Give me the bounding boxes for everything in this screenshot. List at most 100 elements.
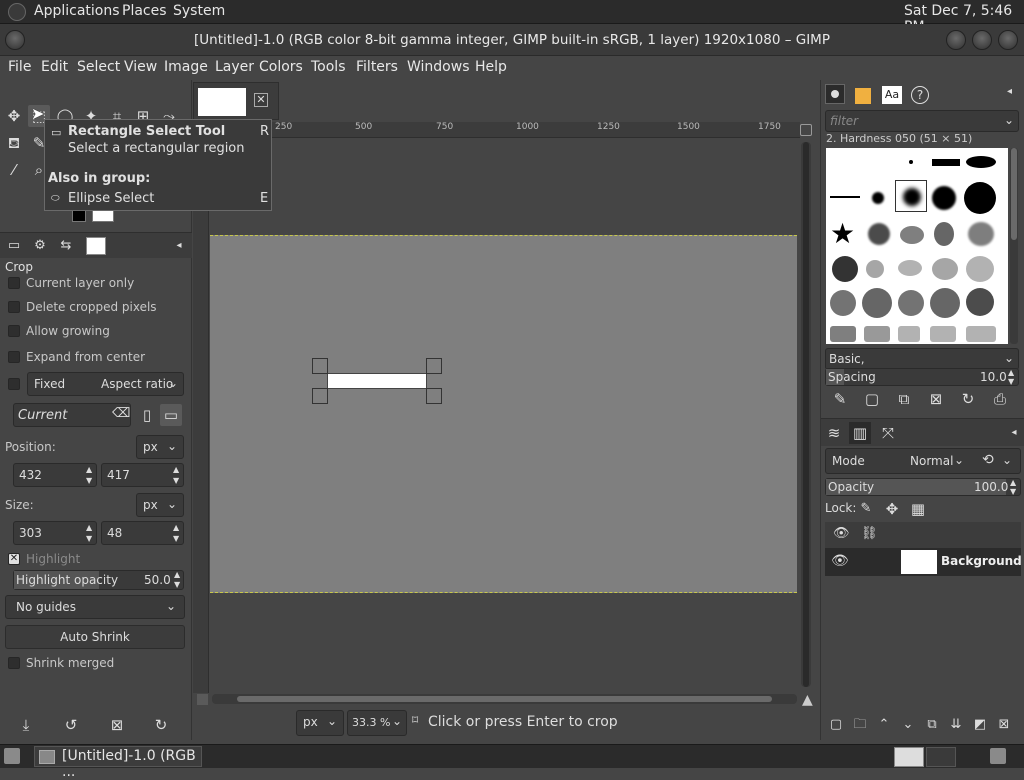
brush-chalk-04[interactable] [966, 256, 994, 282]
fixed-checkbox[interactable] [8, 378, 20, 390]
position-y-input[interactable]: 417 ▲ ▼ [101, 463, 184, 487]
brush-chalk-03[interactable] [932, 258, 958, 280]
allow-growing-checkbox[interactable] [8, 325, 20, 337]
zoom-lock-icon[interactable] [800, 124, 812, 136]
edit-brush-icon[interactable]: ✎ [829, 388, 851, 410]
dock-menu-icon[interactable]: ◂ [1007, 86, 1012, 97]
layer-row[interactable]: 👁 Background [825, 548, 1022, 576]
menu-tools[interactable]: Tools [311, 59, 346, 75]
duplicate-layer-icon[interactable]: ⧉ [921, 714, 943, 736]
image-tab[interactable]: ✕ [193, 82, 279, 120]
spin-arrows-icon[interactable]: ▲ ▼ [1010, 478, 1016, 496]
menu-layer[interactable]: Layer [215, 59, 254, 75]
layer-mode-switch-icon[interactable]: ⟲ [982, 452, 994, 468]
horizontal-scrollbar-thumb[interactable] [237, 696, 772, 702]
brush-grid[interactable]: ★ [826, 148, 1008, 344]
new-layer-icon[interactable]: ▢ [825, 714, 847, 736]
brush-grunge-05[interactable] [966, 326, 996, 342]
layers-tab-icon[interactable]: ≋ [823, 422, 845, 444]
brush-star[interactable]: ★ [830, 220, 858, 248]
duplicate-brush-icon[interactable]: ⧉ [893, 388, 915, 410]
workspace-switcher-2[interactable] [926, 747, 956, 767]
brush-charcoal-01[interactable] [830, 290, 856, 316]
window-menu-button[interactable] [5, 30, 25, 50]
clear-icon[interactable]: ⌫ [112, 406, 130, 421]
fixed-aspect-dropdown[interactable]: Fixed Aspect ratio ⌄ [27, 372, 184, 396]
restore-options-icon[interactable]: ↺ [60, 714, 82, 736]
show-desktop-icon[interactable] [4, 748, 20, 764]
aspect-current-input[interactable]: Current ⌫ [13, 403, 131, 427]
lock-pixels-icon[interactable]: ✎ [855, 498, 877, 520]
navigate-icon[interactable]: ▲ [802, 692, 813, 708]
merge-layer-icon[interactable]: ⇊ [945, 714, 967, 736]
layer-visibility-icon[interactable]: 👁 [831, 553, 849, 569]
brush-hardness-050[interactable] [895, 180, 927, 212]
size-height-input[interactable]: 48 ▲ ▼ [101, 521, 184, 545]
menu-image[interactable]: Image [164, 59, 208, 75]
crop-handle-top-left[interactable] [312, 358, 328, 374]
spin-arrows-icon[interactable]: ▲ ▼ [173, 522, 179, 544]
new-brush-icon[interactable]: ▢ [861, 388, 883, 410]
highlight-opacity-slider[interactable]: Highlight opacity 50.0 ▲ ▼ [13, 570, 184, 590]
crop-handle-bottom-left[interactable] [312, 388, 328, 404]
brush-preset-dropdown[interactable]: Basic, ⌄ [825, 348, 1019, 370]
patterns-tab-icon[interactable] [855, 88, 871, 104]
color-picker-tool-icon[interactable]: ⁄ [3, 159, 25, 181]
brush-grunge-04[interactable] [930, 326, 956, 342]
expand-from-center-checkbox[interactable] [8, 351, 20, 363]
brush-grunge-02[interactable] [864, 326, 890, 342]
crop-handle-bottom-right[interactable] [426, 388, 442, 404]
crop-handle-top-right[interactable] [426, 358, 442, 374]
layer-mode-dropdown[interactable]: Mode Normal ⌄ ⟲ ⌄ [825, 448, 1021, 474]
brush-charcoal-02[interactable] [862, 288, 892, 318]
status-unit-dropdown[interactable]: px ⌄ [296, 710, 344, 736]
brush-block[interactable] [932, 159, 960, 166]
menu-help[interactable]: Help [475, 59, 507, 75]
spin-arrows-icon[interactable]: ▲ ▼ [86, 522, 92, 544]
brush-charcoal-05[interactable] [966, 288, 994, 316]
menu-places[interactable]: Places [122, 3, 167, 19]
highlight-checkbox[interactable]: ✕ [8, 553, 20, 565]
spin-arrows-icon[interactable]: ▲ ▼ [86, 464, 92, 486]
size-width-input[interactable]: 303 ▲ ▼ [13, 521, 97, 545]
brushes-tab-icon[interactable] [825, 84, 845, 104]
menu-windows[interactable]: Windows [407, 59, 470, 75]
crop-rectangle[interactable] [327, 373, 427, 389]
reset-options-icon[interactable]: ↻ [150, 714, 172, 736]
brush-line[interactable] [830, 196, 860, 198]
menu-system[interactable]: System [173, 3, 225, 19]
brush-acrylic-03[interactable] [934, 222, 954, 246]
brush-filter-input[interactable]: filter ⌄ [825, 110, 1019, 132]
image-canvas[interactable] [210, 235, 797, 593]
position-x-input[interactable]: 432 ▲ ▼ [13, 463, 97, 487]
auto-shrink-button[interactable]: Auto Shrink [5, 625, 185, 649]
channels-tab-icon[interactable]: ▥ [849, 422, 871, 444]
brush-acrylic-05[interactable] [832, 256, 858, 282]
brush-charcoal-04[interactable] [930, 288, 960, 318]
tool-options-tab-icon[interactable]: ▭ [3, 235, 25, 257]
close-button[interactable] [998, 30, 1018, 50]
layer-name[interactable]: Background [941, 554, 1022, 568]
menu-edit[interactable]: Edit [41, 59, 68, 75]
paths-tab-icon[interactable]: ⤧ [877, 422, 899, 444]
lock-alpha-icon[interactable]: ▦ [907, 498, 929, 520]
trash-icon[interactable] [990, 748, 1006, 764]
maximize-button[interactable] [972, 30, 992, 50]
workspace-switcher-1[interactable] [894, 747, 924, 767]
minimize-button[interactable] [946, 30, 966, 50]
device-status-tab-icon[interactable]: ⚙ [29, 235, 51, 257]
refresh-brushes-icon[interactable]: ↻ [957, 388, 979, 410]
brush-charcoal-03[interactable] [898, 290, 924, 316]
brush-grunge-03[interactable] [898, 326, 920, 342]
menu-applications[interactable]: Applications [34, 3, 120, 19]
delete-layer-icon[interactable]: ⊠ [993, 714, 1015, 736]
spin-arrows-icon[interactable]: ▲ ▼ [173, 464, 179, 486]
images-tab-icon[interactable] [86, 237, 106, 255]
taskbar-window-button[interactable]: [Untitled]-1.0 (RGB ... [34, 746, 202, 780]
fonts-tab-icon[interactable]: Aa [882, 86, 902, 104]
menu-filters[interactable]: Filters [356, 59, 398, 75]
menu-view[interactable]: View [124, 59, 157, 75]
shrink-merged-checkbox[interactable] [8, 657, 20, 669]
dock-menu-icon[interactable]: ◂ [1003, 422, 1024, 444]
brush-hardness-100[interactable] [964, 182, 996, 214]
